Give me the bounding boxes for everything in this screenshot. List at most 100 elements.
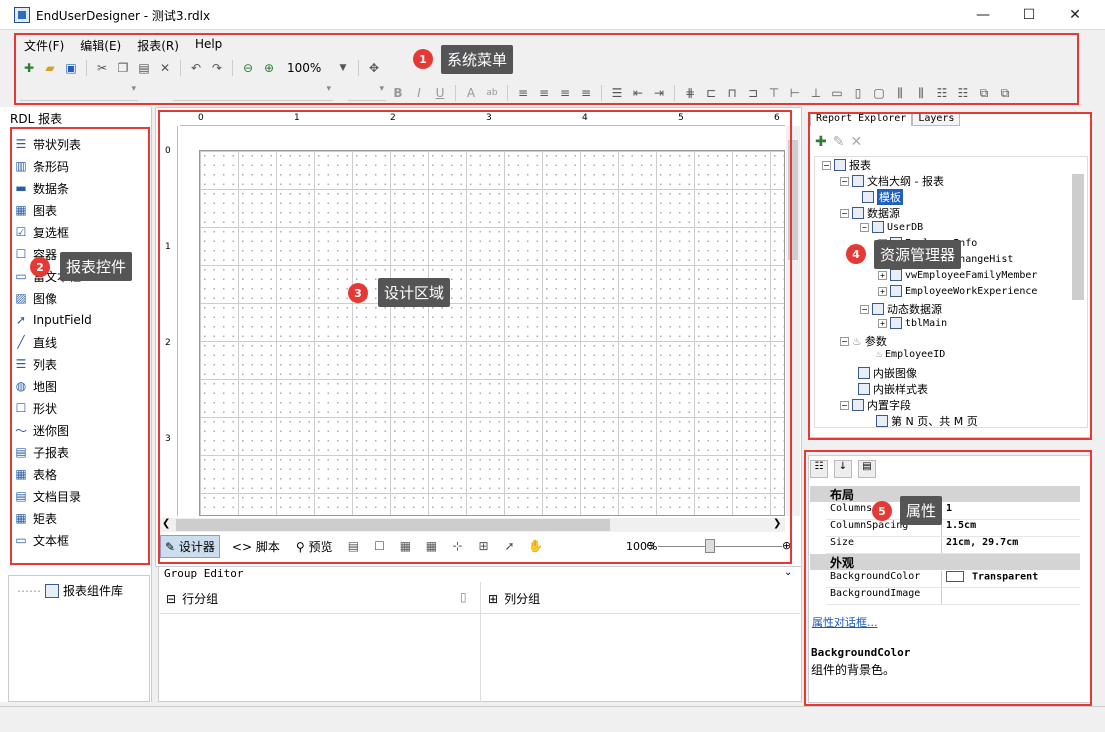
control-item[interactable]: 〜迷你图	[14, 420, 69, 440]
property-row[interactable]: BackgroundColor Transparent	[826, 571, 1080, 588]
add-icon[interactable]: ✚	[815, 134, 827, 152]
categorized-icon[interactable]: ☷	[810, 460, 828, 478]
tab-designer[interactable]: ✎ 设计器	[160, 534, 220, 558]
move-icon[interactable]: ✥	[365, 59, 383, 77]
font-color-icon[interactable]: A	[462, 84, 480, 102]
redo-icon[interactable]: ↷	[208, 59, 226, 77]
align-rights-icon[interactable]: ⊐	[744, 84, 762, 102]
save-icon[interactable]: ▣	[62, 59, 80, 77]
menu-edit[interactable]: 编辑(E)	[72, 34, 129, 54]
control-item[interactable]: ☰ 列表	[14, 354, 57, 374]
scroll-thumb[interactable]	[176, 519, 610, 531]
bring-front-icon[interactable]: ⧉	[975, 84, 993, 102]
chevron-down-icon[interactable]: ⌄	[784, 567, 792, 578]
component-library-item[interactable]: 报表组件库	[63, 582, 123, 599]
control-item[interactable]: ▦ 表格	[14, 464, 57, 484]
control-item[interactable]: ➚ InputField	[14, 310, 92, 330]
control-item[interactable]: ▤ 文档目录	[14, 486, 81, 506]
chevron-down-icon[interactable]: ▼	[334, 59, 352, 77]
tree-parameters[interactable]: 参数	[865, 333, 887, 349]
menu-file[interactable]: 文件(F)	[16, 34, 72, 54]
tree-builtin-fields[interactable]: 内置字段	[867, 397, 911, 413]
page-view-icon[interactable]: ▤	[344, 537, 362, 555]
tree-field-item[interactable]: 第 N 页、共 M 页	[891, 413, 978, 429]
align-right-icon[interactable]: ≡	[556, 84, 574, 102]
tree-embedded-images[interactable]: 内嵌图像	[873, 365, 917, 381]
control-item[interactable]: ◍ 地图	[14, 376, 57, 396]
grid-lines-icon[interactable]: ▦	[422, 537, 440, 555]
sort-alpha-icon[interactable]: ↓	[834, 460, 852, 478]
pin-icon[interactable]: ▯	[460, 590, 467, 604]
italic-icon[interactable]: I	[410, 84, 428, 102]
maximize-button[interactable]: ☐	[1006, 0, 1052, 30]
tree-template[interactable]: 模板	[877, 189, 903, 205]
copy-icon[interactable]: ❐	[114, 59, 132, 77]
tree-userdb[interactable]: UserDB	[887, 222, 923, 233]
zoom-in-icon[interactable]: ⊕	[260, 59, 278, 77]
category-appearance[interactable]: 外观	[810, 554, 1080, 570]
delete-icon[interactable]: ✕	[850, 134, 862, 152]
tab-preview[interactable]: ⚲ 预览	[292, 536, 337, 557]
underline-icon[interactable]: U	[431, 84, 449, 102]
hand-icon[interactable]: ✋	[526, 537, 544, 555]
property-row[interactable]: BackgroundImage	[826, 588, 1080, 605]
property-value[interactable]: Transparent	[942, 571, 1080, 587]
highlight-icon[interactable]: ab	[483, 84, 501, 102]
same-height-icon[interactable]: ▯	[849, 84, 867, 102]
property-pages-icon[interactable]: ▤	[858, 460, 876, 478]
scroll-thumb[interactable]	[1072, 174, 1084, 300]
indent-icon[interactable]: ⇥	[650, 84, 668, 102]
tree-outline[interactable]: 文档大纲 - 报表	[867, 173, 944, 189]
scroll-right-icon[interactable]: ❯	[773, 518, 781, 529]
scroll-left-icon[interactable]: ❮	[162, 518, 170, 529]
paste-icon[interactable]: ▤	[135, 59, 153, 77]
control-item[interactable]: ▥ 条形码	[14, 156, 69, 176]
minimize-button[interactable]: —	[960, 0, 1006, 30]
tree-dataset[interactable]: tblMain	[905, 318, 947, 329]
edit-icon[interactable]: ✎	[833, 134, 845, 152]
zoom-minus-icon[interactable]: ⊖	[646, 539, 655, 552]
vspacing-inc-icon[interactable]: ☷	[954, 84, 972, 102]
snap-grid-icon[interactable]: ⊞	[474, 537, 492, 555]
align-left-icon[interactable]: ≡	[514, 84, 532, 102]
hspacing-icon[interactable]: ⫼	[891, 84, 909, 102]
property-value[interactable]: 1	[942, 503, 1080, 519]
tree-param-item[interactable]: EmployeeID	[885, 349, 945, 360]
property-value[interactable]: 21cm, 29.7cm	[942, 537, 1080, 553]
send-back-icon[interactable]: ⧉	[996, 84, 1014, 102]
same-width-icon[interactable]: ▭	[828, 84, 846, 102]
new-icon[interactable]: ✚	[20, 59, 38, 77]
align-centers-icon[interactable]: ⊓	[723, 84, 741, 102]
category-layout[interactable]: 布局	[810, 486, 1080, 502]
zoom-slider[interactable]	[658, 546, 782, 547]
align-center-icon[interactable]: ≡	[535, 84, 553, 102]
menu-help[interactable]: Help	[187, 34, 230, 54]
design-canvas[interactable]	[199, 150, 785, 516]
close-button[interactable]: ✕	[1052, 0, 1098, 30]
control-item[interactable]: ☰ 带状列表	[14, 134, 81, 154]
control-item[interactable]: ☑ 复选框	[14, 222, 69, 242]
tree-datasources[interactable]: 数据源	[867, 205, 900, 221]
pointer-icon[interactable]: ➚	[500, 537, 518, 555]
menu-report[interactable]: 报表(R)	[129, 34, 187, 54]
grid-icon[interactable]: ▦	[396, 537, 414, 555]
tree-embedded-styles[interactable]: 内嵌样式表	[873, 381, 928, 397]
property-row[interactable]: ColumnSpacing 1.5cm	[826, 520, 1080, 537]
control-item[interactable]: ▨ 图像	[14, 288, 57, 308]
control-item[interactable]: ╱ 直线	[14, 332, 57, 352]
tab-script[interactable]: <> 脚本	[228, 536, 284, 557]
zoom-combo[interactable]: 100%	[287, 61, 331, 75]
scroll-thumb[interactable]	[788, 140, 798, 260]
vspacing-icon[interactable]: ☷	[933, 84, 951, 102]
delete-icon[interactable]: ✕	[156, 59, 174, 77]
undo-icon[interactable]: ↶	[187, 59, 205, 77]
same-size-icon[interactable]: ▢	[870, 84, 888, 102]
tree-report[interactable]: 报表	[849, 157, 871, 173]
outdent-icon[interactable]: ⇤	[629, 84, 647, 102]
tab-layers[interactable]: Layers	[912, 112, 961, 126]
font-combo[interactable]	[173, 84, 333, 101]
cut-icon[interactable]: ✂	[93, 59, 111, 77]
zoom-out-icon[interactable]: ⊖	[239, 59, 257, 77]
bullets-icon[interactable]: ☰	[608, 84, 626, 102]
tree-dataset[interactable]: EmployeeWorkExperience	[905, 286, 1037, 297]
